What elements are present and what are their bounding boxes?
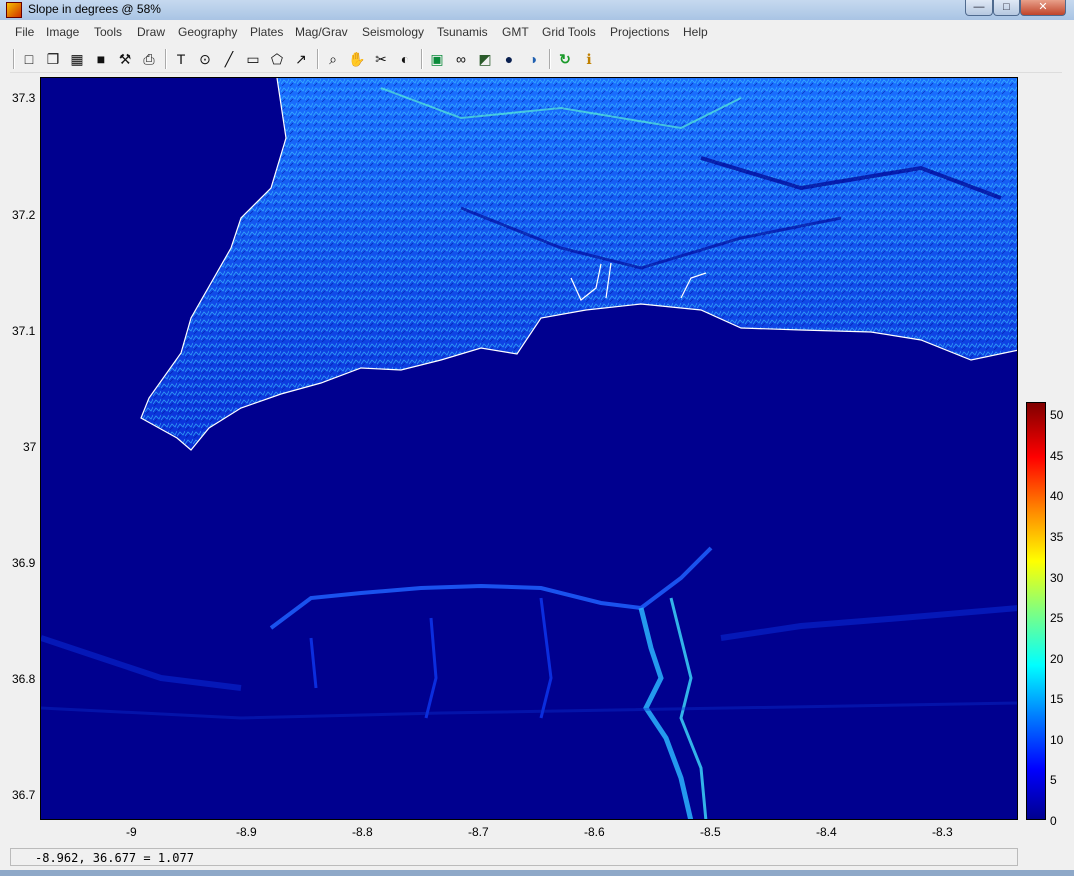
x-tick-label: -8.6 [584, 825, 605, 839]
slope-map[interactable] [40, 77, 1018, 820]
colorbar-tick-label: 10 [1050, 733, 1064, 747]
tools-button[interactable]: ⚒ [115, 49, 135, 69]
colorbar-tick-label: 35 [1050, 530, 1064, 544]
circle-tool-button[interactable]: ⊙ [195, 49, 215, 69]
y-tick-label: 37.2 [12, 208, 36, 222]
rectangle-tool-button[interactable]: ▭ [243, 49, 263, 69]
toolbar-separator [165, 49, 167, 69]
menu-bar: File Image Tools Draw Geography Plates M… [10, 22, 1062, 44]
y-tick-label: 37.3 [12, 91, 36, 105]
toolbar-separator [421, 49, 423, 69]
menu-geography[interactable]: Geography [178, 25, 237, 39]
coordinate-readout: -8.962, 36.677 = 1.077 [35, 851, 194, 865]
window-title: Slope in degrees @ 58% [28, 2, 161, 16]
taskbar-strip [0, 870, 1074, 876]
y-tick-label: 37.1 [12, 324, 36, 338]
minimize-button[interactable]: — [965, 0, 993, 16]
menu-projections[interactable]: Projections [610, 25, 669, 39]
toolbar: □ ❐ ▦ ■ ⚒ ⎙ T ⊙ ╱ ▭ ⬠ ↗ ⌕ ✋ ✂ ◐ ▣ ∞ ◩ ● … [10, 46, 1062, 73]
globe-dark-button[interactable]: ● [499, 49, 519, 69]
menu-gmt[interactable]: GMT [502, 25, 529, 39]
maximize-button[interactable]: □ [993, 0, 1020, 16]
colorbar-tick-label: 20 [1050, 652, 1064, 666]
refresh-button[interactable]: ↻ [555, 49, 575, 69]
title-bar: Slope in degrees @ 58% — □ ✕ [0, 0, 1074, 20]
image-button[interactable]: ▦ [67, 49, 87, 69]
x-tick-label: -8.9 [236, 825, 257, 839]
menu-draw[interactable]: Draw [137, 25, 165, 39]
toolbar-separator [549, 49, 551, 69]
menu-help[interactable]: Help [683, 25, 708, 39]
menu-grid-tools[interactable]: Grid Tools [542, 25, 596, 39]
zoom-button[interactable]: ⌕ [323, 49, 343, 69]
polygon-tool-button[interactable]: ⬠ [267, 49, 287, 69]
print-button[interactable]: ⎙ [139, 49, 159, 69]
y-tick-label: 36.9 [12, 556, 36, 570]
y-tick-label: 37 [23, 440, 37, 454]
menu-plates[interactable]: Plates [250, 25, 283, 39]
y-tick-label: 36.7 [12, 788, 36, 802]
y-tick-label: 36.8 [12, 672, 36, 686]
colorbar-tick-label: 50 [1050, 408, 1064, 422]
arrow-tool-button[interactable]: ↗ [291, 49, 311, 69]
colorbar-tick-label: 15 [1050, 692, 1064, 706]
menu-seismology[interactable]: Seismology [362, 25, 424, 39]
colorbar-tick-label: 0 [1050, 814, 1057, 828]
colorbar-tick-label: 45 [1050, 449, 1064, 463]
colorbar-tick-label: 25 [1050, 611, 1064, 625]
x-tick-label: -8.7 [468, 825, 489, 839]
colorbar-tick-label: 5 [1050, 773, 1057, 787]
menu-mag-grav[interactable]: Mag/Grav [295, 25, 348, 39]
close-button[interactable]: ✕ [1020, 0, 1066, 16]
x-tick-label: -8.5 [700, 825, 721, 839]
menu-tsunamis[interactable]: Tsunamis [437, 25, 488, 39]
slope-map-image [41, 78, 1017, 819]
toolbar-separator [317, 49, 319, 69]
terrain-button[interactable]: ◩ [475, 49, 495, 69]
menu-tools[interactable]: Tools [94, 25, 122, 39]
menu-image[interactable]: Image [46, 25, 79, 39]
text-tool-button[interactable]: T [171, 49, 191, 69]
x-tick-label: -8.4 [816, 825, 837, 839]
menu-file[interactable]: File [15, 25, 34, 39]
x-tick-label: -8.3 [932, 825, 953, 839]
globe-button[interactable]: ◑ [523, 49, 543, 69]
x-tick-label: -8.8 [352, 825, 373, 839]
app-icon [6, 2, 22, 18]
colorbar-tick-label: 40 [1050, 489, 1064, 503]
map-button[interactable]: ▣ [427, 49, 447, 69]
toolbar-separator [13, 49, 15, 69]
color-palette-button[interactable]: ◐ [395, 49, 415, 69]
colorbar [1026, 402, 1046, 820]
cut-button[interactable]: ✂ [371, 49, 391, 69]
info-button[interactable]: ℹ [579, 49, 599, 69]
open-folder-button[interactable]: ❐ [43, 49, 63, 69]
new-file-button[interactable]: □ [19, 49, 39, 69]
line-tool-button[interactable]: ╱ [219, 49, 239, 69]
x-tick-label: -9 [126, 825, 137, 839]
save-button[interactable]: ■ [91, 49, 111, 69]
colorbar-tick-label: 30 [1050, 571, 1064, 585]
binoculars-button[interactable]: ∞ [451, 49, 471, 69]
pan-button[interactable]: ✋ [347, 49, 367, 69]
status-bar: -8.962, 36.677 = 1.077 [10, 848, 1018, 866]
